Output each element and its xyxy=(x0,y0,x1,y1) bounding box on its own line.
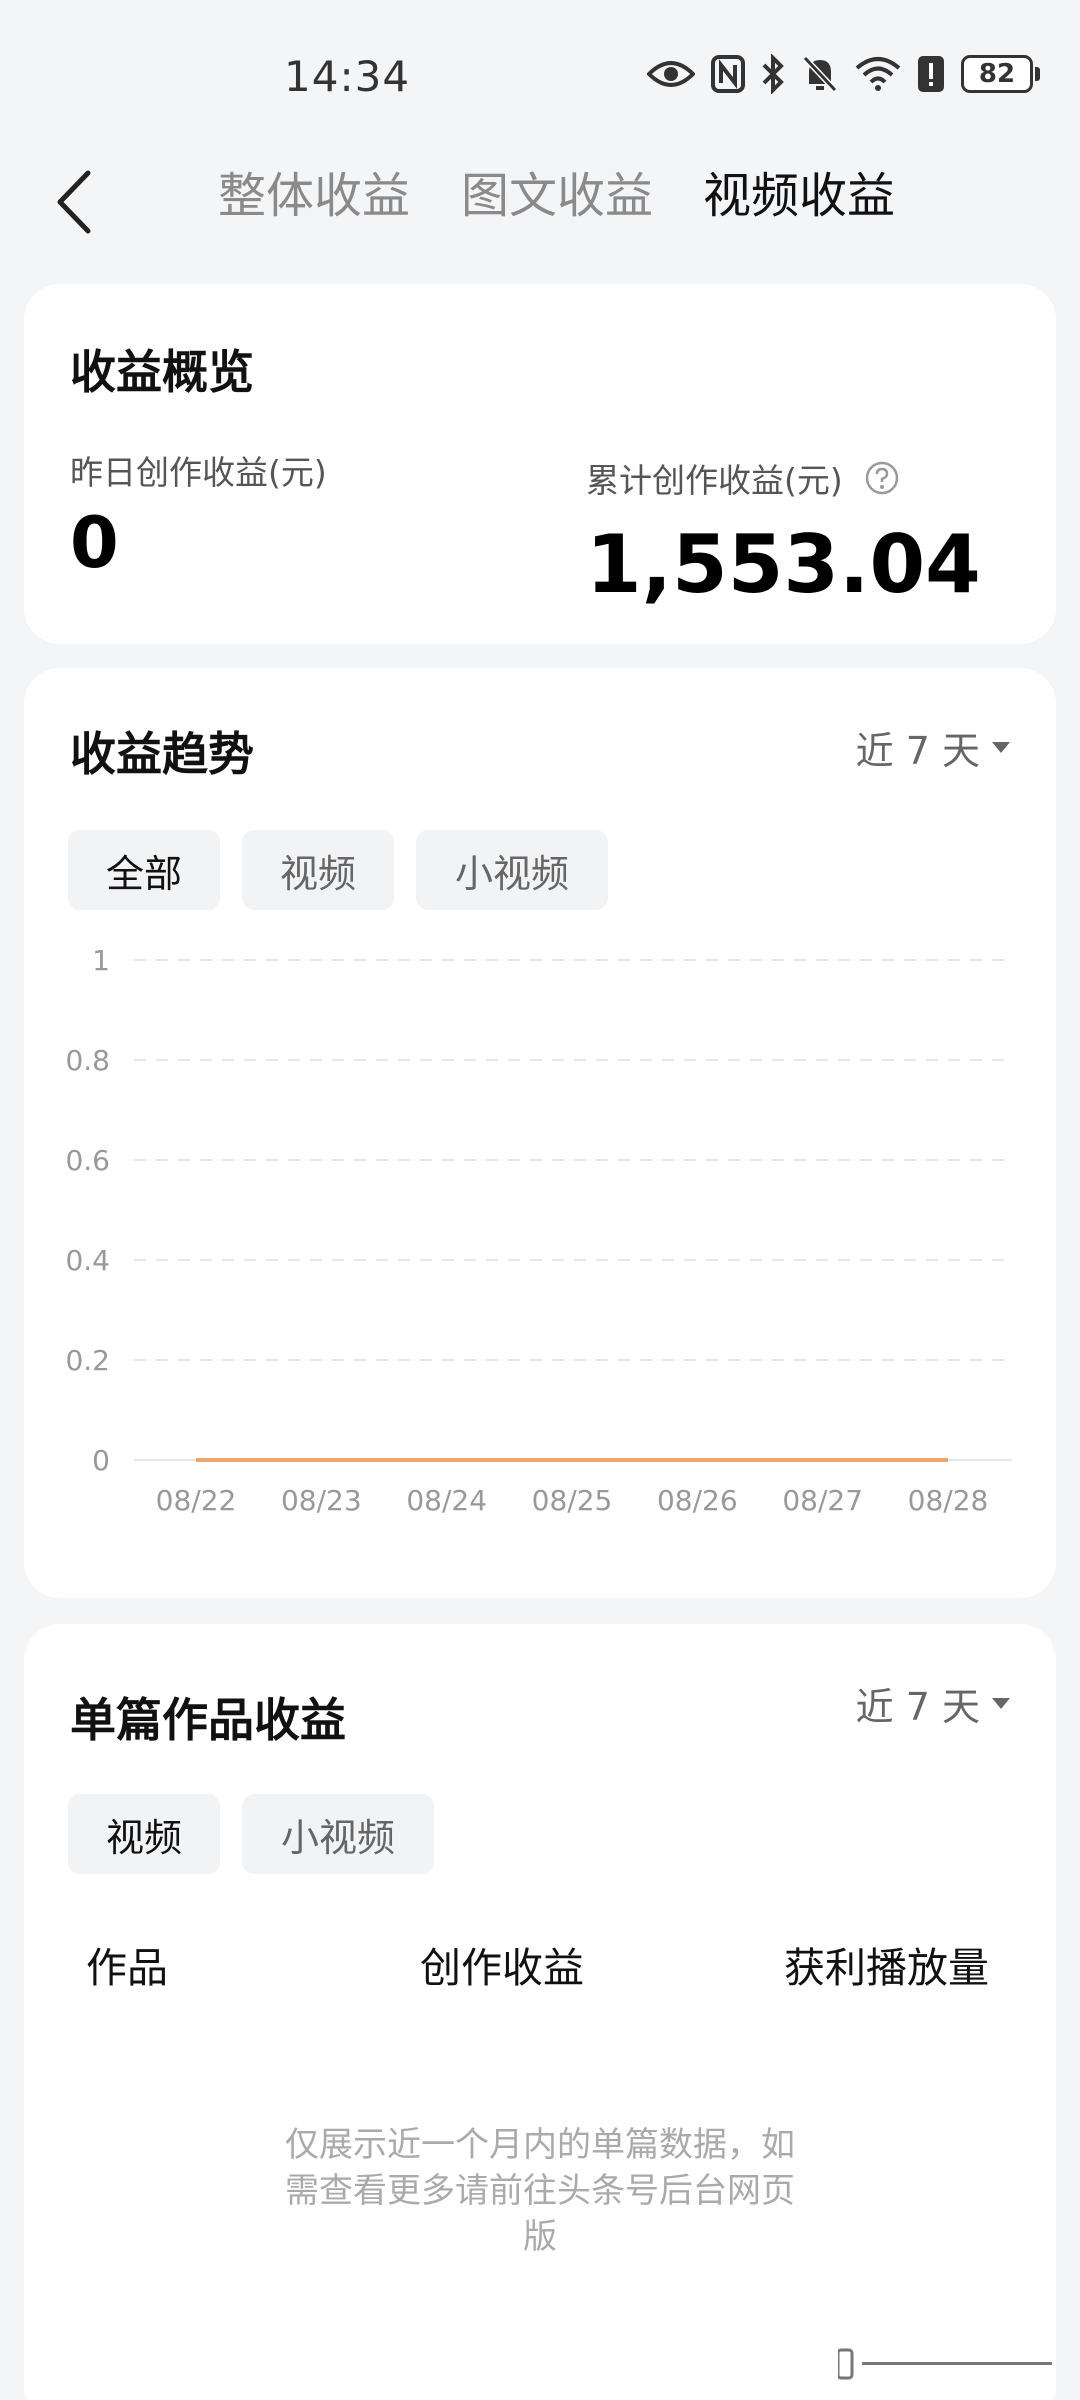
works-filter-video[interactable]: 视频 xyxy=(68,1794,220,1874)
trend-range-select[interactable]: 近 7 天 xyxy=(856,720,1010,775)
top-nav: 整体收益 图文收益 视频收益 xyxy=(0,130,1080,260)
x-tick-label: 08/25 xyxy=(532,1484,613,1517)
single-work-income-card: 单篇作品收益 近 7 天 视频 小视频 作品 创作收益 获利播放量 仅展示近一个… xyxy=(24,1624,1056,2400)
works-range-select[interactable]: 近 7 天 xyxy=(856,1676,1010,1731)
y-tick-label: 0.6 xyxy=(65,1144,110,1177)
x-tick-label: 08/23 xyxy=(281,1484,362,1517)
empty-state-note: 仅展示近一个月内的单篇数据，如需查看更多请前往头条号后台网页版 xyxy=(285,2125,795,2257)
tab-article-income[interactable]: 图文收益 xyxy=(461,156,653,226)
caret-down-icon xyxy=(992,1697,1010,1709)
bluetooth-icon xyxy=(761,54,785,94)
battery-cap xyxy=(1035,67,1040,81)
status-time: 14:34 xyxy=(284,52,411,101)
y-tick-label: 0.8 xyxy=(65,1044,110,1077)
y-tick-label: 0.4 xyxy=(65,1244,110,1277)
filter-all[interactable]: 全部 xyxy=(68,830,220,910)
y-tick-label: 0 xyxy=(92,1444,110,1477)
bell-off-icon xyxy=(801,54,839,94)
yesterday-income-label: 昨日创作收益(元) xyxy=(70,453,327,492)
x-tick-label: 08/27 xyxy=(782,1484,863,1517)
nfc-icon xyxy=(711,55,745,93)
gesture-handle-icon xyxy=(838,2348,1052,2380)
status-icons: 82 xyxy=(647,54,1040,94)
column-header-income: 创作收益 xyxy=(420,1944,584,1992)
tab-overall-income[interactable]: 整体收益 xyxy=(218,156,410,226)
chevron-left-icon xyxy=(57,170,91,234)
eye-icon xyxy=(647,58,695,90)
filter-video[interactable]: 视频 xyxy=(242,830,394,910)
income-trend-card: 收益趋势 近 7 天 全部 视频 小视频 0 0.2 0.4 0.6 0.8 1 08/22… xyxy=(24,668,1056,1598)
back-button[interactable] xyxy=(44,162,104,242)
column-header-profitable-plays: 获利播放量 xyxy=(784,1944,989,1992)
works-filter-short-video[interactable]: 小视频 xyxy=(242,1794,434,1874)
caret-down-icon xyxy=(992,741,1010,753)
income-trend-chart: 0 0.2 0.4 0.6 0.8 1 08/22 08/23 08/24 08/25 08/26 0… xyxy=(65,944,1012,1517)
income-overview-card: 收益概览 昨日创作收益(元) 0 累计创作收益(元) 1,553.04 xyxy=(24,284,1056,644)
battery-level: 82 xyxy=(961,55,1033,93)
wifi-icon xyxy=(855,56,901,92)
trend-range-label: 近 7 天 xyxy=(855,729,980,773)
works-range-label: 近 7 天 xyxy=(855,1685,980,1729)
x-tick-label: 08/22 xyxy=(156,1484,237,1517)
total-income-label: 累计创作收益(元) xyxy=(586,461,843,500)
alert-icon xyxy=(917,55,945,93)
x-tick-label: 08/26 xyxy=(657,1484,738,1517)
y-tick-label: 1 xyxy=(92,944,110,977)
total-income-value: 1,553.04 xyxy=(586,518,981,611)
yesterday-income-value: 0 xyxy=(70,502,119,584)
column-header-work: 作品 xyxy=(86,1944,168,1992)
status-bar: 14:34 82 xyxy=(0,0,1080,130)
filter-short-video[interactable]: 小视频 xyxy=(416,830,608,910)
works-title: 单篇作品收益 xyxy=(70,1693,346,1747)
x-tick-label: 08/28 xyxy=(908,1484,989,1517)
y-tick-label: 0.2 xyxy=(65,1344,110,1377)
battery-icon: 82 xyxy=(961,55,1040,93)
x-tick-label: 08/24 xyxy=(406,1484,487,1517)
tab-video-income[interactable]: 视频收益 xyxy=(703,156,895,226)
help-icon[interactable] xyxy=(864,460,900,500)
trend-title: 收益趋势 xyxy=(70,727,254,781)
overview-title: 收益概览 xyxy=(70,345,254,399)
